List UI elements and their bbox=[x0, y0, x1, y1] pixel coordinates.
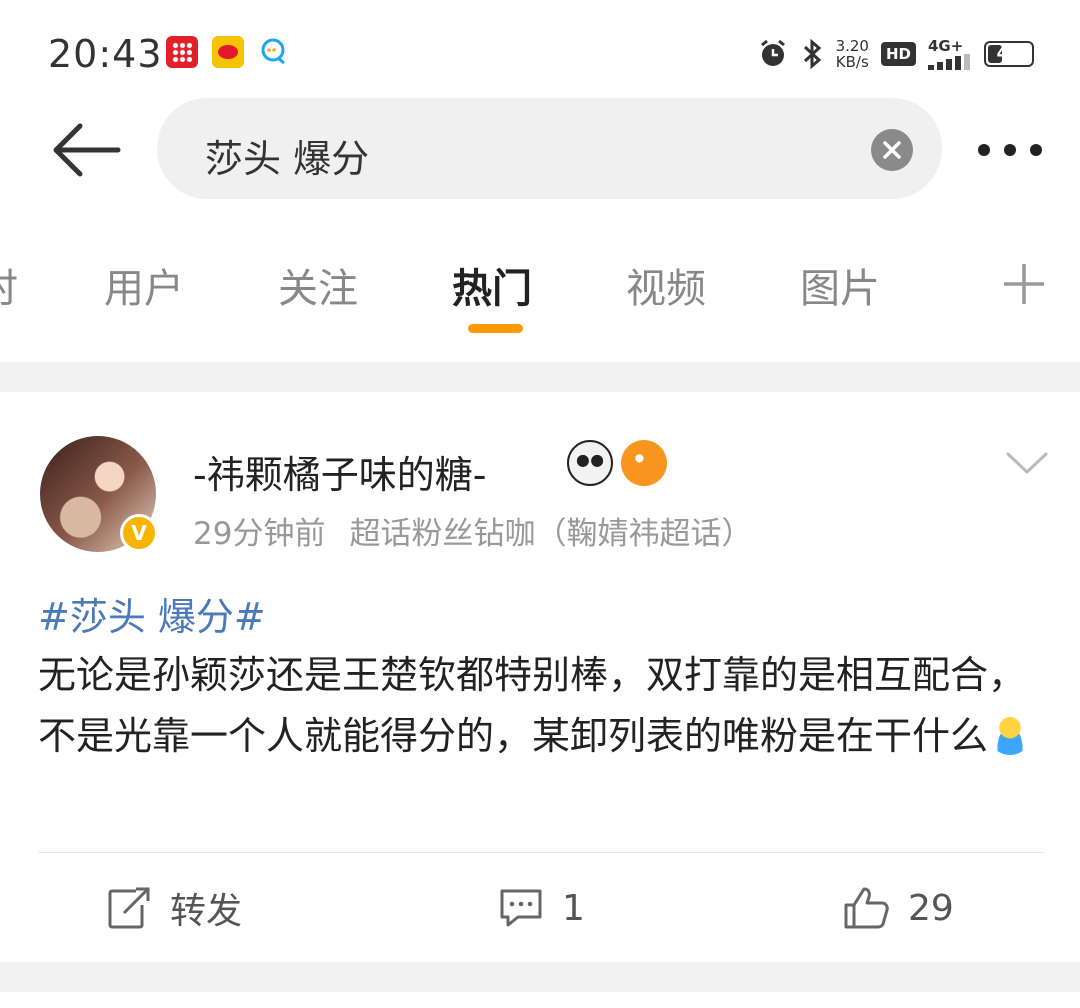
chat-bubble-icon bbox=[258, 36, 290, 68]
post-source[interactable]: 超话粉丝钻咖（鞠婧祎超话） bbox=[349, 516, 752, 552]
repost-label: 转发 bbox=[170, 891, 243, 932]
alarm-icon bbox=[758, 39, 788, 69]
shrug-emoji-icon bbox=[988, 711, 1033, 755]
tab-users[interactable]: 用户 bbox=[104, 256, 184, 314]
post-meta: 29分钟前 超话粉丝钻咖（鞠婧祎超话） bbox=[193, 508, 752, 553]
tab-partial[interactable]: 时 bbox=[0, 256, 18, 314]
status-bar: 20:43 3.20 KB/s HD 4G+ 40 bbox=[0, 0, 1080, 100]
active-tab-indicator bbox=[468, 324, 523, 333]
more-dots-icon bbox=[978, 144, 1042, 156]
close-icon bbox=[883, 141, 901, 159]
repost-button[interactable]: 转发 bbox=[106, 884, 242, 932]
comment-icon bbox=[500, 889, 542, 927]
add-tab-button[interactable] bbox=[1000, 260, 1048, 308]
battery-indicator: 40 bbox=[984, 41, 1034, 67]
status-indicators: 3.20 KB/s HD 4G+ 40 bbox=[758, 36, 1034, 72]
user-badges bbox=[567, 440, 667, 486]
back-arrow-icon bbox=[53, 123, 121, 177]
post-menu-button[interactable] bbox=[1004, 448, 1050, 478]
search-tabs: 时 用户 关注 热门 视频 图片 bbox=[0, 238, 1080, 338]
like-button[interactable]: 29 bbox=[842, 884, 954, 932]
post-body: 无论是孙颖莎还是王楚钦都特别棒，双打靠的是相互配合，不是光靠一个人就能得分的，某… bbox=[38, 645, 1038, 767]
tab-images[interactable]: 图片 bbox=[800, 256, 880, 314]
bluetooth-icon bbox=[800, 38, 824, 70]
like-count: 29 bbox=[908, 887, 954, 929]
action-divider bbox=[38, 852, 1044, 853]
tab-hot[interactable]: 热门 bbox=[452, 256, 532, 314]
more-options-button[interactable] bbox=[970, 130, 1050, 170]
plus-icon bbox=[1004, 264, 1044, 304]
post-username[interactable]: -祎颗橘子味的糖- bbox=[193, 444, 486, 499]
cellular-signal-icon: 4G+ bbox=[928, 38, 972, 70]
network-speed: 3.20 KB/s bbox=[835, 37, 869, 71]
thumbs-up-icon bbox=[844, 887, 889, 929]
chevron-down-icon bbox=[1006, 452, 1048, 474]
back-button[interactable] bbox=[50, 118, 122, 182]
verified-badge-icon: V bbox=[120, 514, 158, 552]
hd-badge: HD bbox=[880, 42, 916, 66]
tab-following[interactable]: 关注 bbox=[278, 256, 358, 314]
search-query[interactable]: 莎头 爆分 bbox=[205, 128, 369, 183]
pufferfish-emoji-icon bbox=[621, 440, 667, 486]
post-time: 29分钟前 bbox=[193, 516, 326, 552]
pinduoduo-icon bbox=[166, 36, 198, 68]
search-input[interactable]: 莎头 爆分 bbox=[157, 98, 942, 199]
section-divider bbox=[0, 362, 1080, 392]
tab-video[interactable]: 视频 bbox=[626, 256, 706, 314]
repost-icon bbox=[108, 887, 150, 929]
weibo-icon bbox=[212, 36, 244, 68]
clock: 20:43 bbox=[48, 32, 163, 76]
section-divider-bottom bbox=[0, 962, 1080, 992]
panda-emoji-icon bbox=[567, 440, 613, 486]
comment-count: 1 bbox=[562, 887, 585, 929]
clear-search-button[interactable] bbox=[871, 129, 913, 171]
comment-button[interactable]: 1 bbox=[498, 884, 585, 932]
post-hashtag[interactable]: #莎头 爆分# bbox=[38, 586, 266, 641]
